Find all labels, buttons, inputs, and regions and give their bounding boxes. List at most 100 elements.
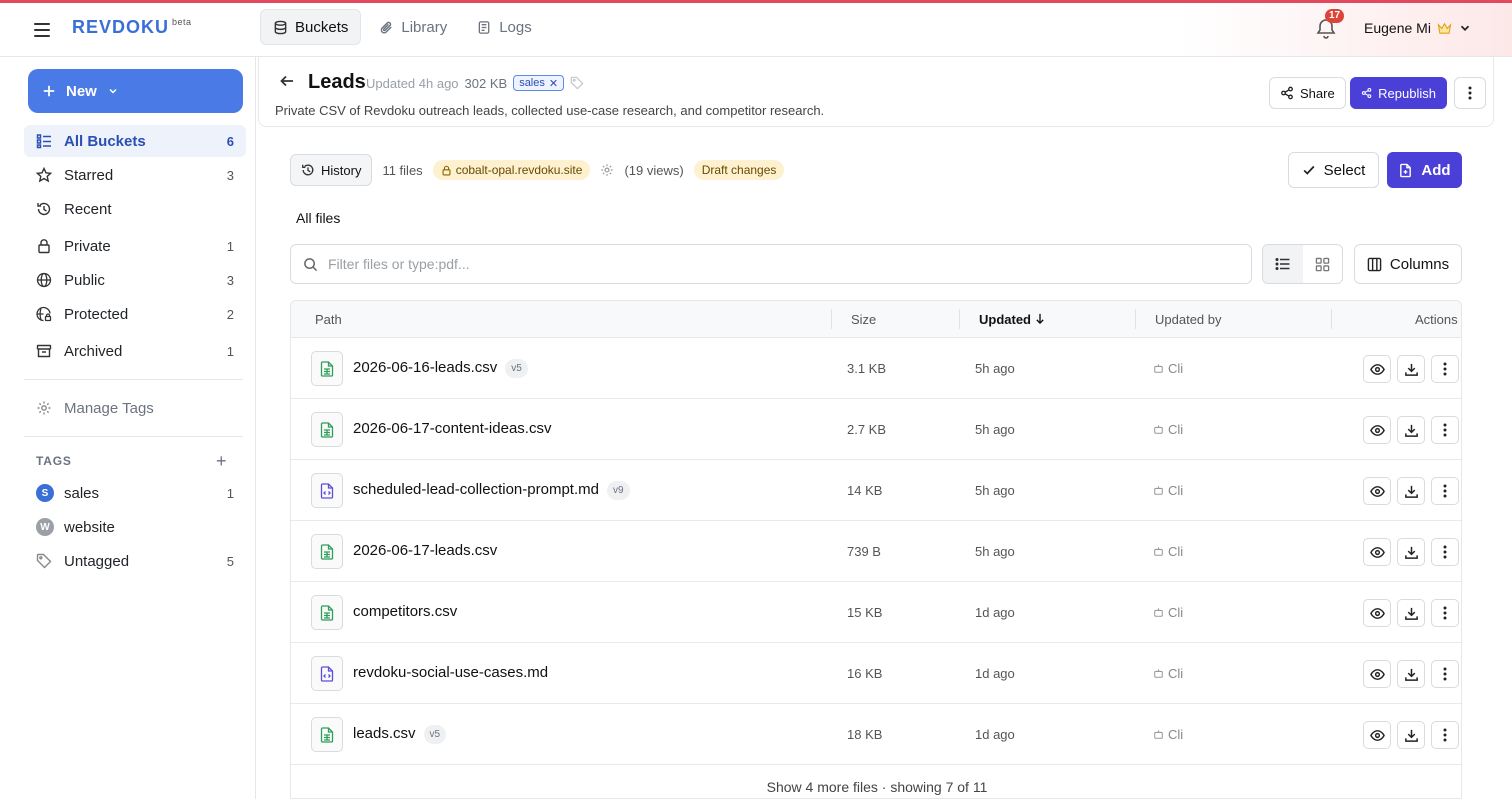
version-badge[interactable]: v9 <box>606 481 630 500</box>
file-name[interactable]: revdoku-social-use-cases.md <box>353 664 548 681</box>
draft-changes-badge[interactable]: Draft changes <box>693 160 785 180</box>
table-row[interactable]: leads.csv v5 18 KB 1d ago Cli <box>291 704 1461 765</box>
code-file-icon <box>320 665 334 682</box>
archive-icon <box>36 343 52 359</box>
file-updated: 1d ago <box>975 605 1015 620</box>
sidebar-item-private[interactable]: Private 1 <box>24 230 246 262</box>
sidebar-item-all-buckets[interactable]: All Buckets 6 <box>24 125 246 157</box>
table-row[interactable]: 2026-06-17-leads.csv 739 B 5h ago Cli <box>291 521 1461 582</box>
republish-button[interactable]: Republish <box>1350 77 1447 109</box>
row-more-button[interactable] <box>1431 660 1459 688</box>
grid-icon <box>1315 257 1329 271</box>
sidebar-item-manage-tags[interactable]: Manage Tags <box>24 392 246 424</box>
file-name[interactable]: 2026-06-17-leads.csv <box>353 542 497 559</box>
download-button[interactable] <box>1397 599 1425 627</box>
show-more-files-button[interactable]: Show 4 more files · showing 7 of 11 <box>291 765 1461 798</box>
columns-icon <box>1367 257 1382 271</box>
add-tag-button[interactable]: + <box>216 451 227 472</box>
preview-button[interactable] <box>1363 721 1391 749</box>
tab-library[interactable]: Library <box>367 9 459 45</box>
column-header-updated[interactable]: Updated <box>979 312 1045 327</box>
column-header-path[interactable]: Path <box>315 312 342 327</box>
column-header-updated-by[interactable]: Updated by <box>1155 312 1222 327</box>
download-button[interactable] <box>1397 538 1425 566</box>
sidebar-tag-sales[interactable]: S sales 1 <box>24 477 246 509</box>
sidebar-item-starred[interactable]: Starred 3 <box>24 159 246 191</box>
select-button[interactable]: Select <box>1288 152 1379 188</box>
row-more-button[interactable] <box>1431 355 1459 383</box>
file-name[interactable]: leads.csv v5 <box>353 725 447 744</box>
row-more-button[interactable] <box>1431 721 1459 749</box>
search-input[interactable]: Filter files or type:pdf... <box>290 244 1252 284</box>
eye-icon <box>1369 668 1385 680</box>
tab-logs[interactable]: Logs <box>465 9 544 45</box>
back-arrow-icon[interactable] <box>279 73 295 94</box>
column-divider[interactable] <box>1331 309 1332 329</box>
tag-icon <box>36 553 52 569</box>
column-header-size[interactable]: Size <box>851 312 876 327</box>
close-icon[interactable]: ✕ <box>549 77 558 90</box>
list-view-button[interactable] <box>1263 245 1303 283</box>
preview-button[interactable] <box>1363 660 1391 688</box>
more-options-button[interactable] <box>1454 77 1486 109</box>
table-row[interactable]: 2026-06-16-leads.csv v5 3.1 KB 5h ago Cli <box>291 338 1461 399</box>
table-row[interactable]: 2026-06-17-content-ideas.csv 2.7 KB 5h a… <box>291 399 1461 460</box>
menu-icon[interactable] <box>30 18 54 42</box>
site-link[interactable]: cobalt-opal.revdoku.site <box>432 160 591 180</box>
sidebar-item-archived[interactable]: Archived 1 <box>24 335 246 367</box>
tag-add-icon[interactable] <box>570 76 584 90</box>
sidebar-item-public[interactable]: Public 3 <box>24 264 246 296</box>
share-button[interactable]: Share <box>1269 77 1346 109</box>
history-button[interactable]: History <box>290 154 373 186</box>
tag-chip-sales[interactable]: sales ✕ <box>513 75 565 91</box>
download-icon <box>1404 424 1418 437</box>
updated-time: Updated 4h ago <box>366 75 459 91</box>
file-name[interactable]: scheduled-lead-collection-prompt.md v9 <box>353 481 630 500</box>
grid-view-button[interactable] <box>1303 245 1343 283</box>
columns-button[interactable]: Columns <box>1354 244 1462 284</box>
tab-buckets[interactable]: Buckets <box>260 9 362 45</box>
column-divider[interactable] <box>1135 309 1136 329</box>
preview-button[interactable] <box>1363 599 1391 627</box>
column-divider[interactable] <box>959 309 960 329</box>
row-more-button[interactable] <box>1431 538 1459 566</box>
file-icon <box>311 717 343 752</box>
file-count: 11 files <box>382 162 423 178</box>
new-button[interactable]: New <box>28 69 243 113</box>
version-badge[interactable]: v5 <box>423 725 447 744</box>
table-row[interactable]: scheduled-lead-collection-prompt.md v9 14… <box>291 460 1461 521</box>
preview-button[interactable] <box>1363 538 1391 566</box>
sidebar-item-protected[interactable]: Protected 2 <box>24 298 246 330</box>
preview-button[interactable] <box>1363 416 1391 444</box>
version-badge[interactable]: v5 <box>505 359 528 378</box>
file-name[interactable]: competitors.csv <box>353 603 457 620</box>
row-more-button[interactable] <box>1431 599 1459 627</box>
download-button[interactable] <box>1397 721 1425 749</box>
download-button[interactable] <box>1397 660 1425 688</box>
download-button[interactable] <box>1397 477 1425 505</box>
app-logo[interactable]: REVDOKU beta <box>72 17 192 38</box>
file-name[interactable]: 2026-06-17-content-ideas.csv <box>353 420 551 437</box>
table-row[interactable]: revdoku-social-use-cases.md 16 KB 1d ago… <box>291 643 1461 704</box>
column-divider[interactable] <box>831 309 832 329</box>
download-button[interactable] <box>1397 355 1425 383</box>
paperclip-icon <box>381 21 393 34</box>
row-more-button[interactable] <box>1431 477 1459 505</box>
eye-icon <box>1369 424 1385 436</box>
sidebar-tag-website[interactable]: W website <box>24 511 246 543</box>
file-name[interactable]: 2026-06-16-leads.csv v5 <box>353 359 528 378</box>
add-button[interactable]: Add <box>1387 152 1462 188</box>
table-row[interactable]: competitors.csv 15 KB 1d ago Cli <box>291 582 1461 643</box>
file-name-text: leads.csv <box>353 725 416 742</box>
preview-button[interactable] <box>1363 477 1391 505</box>
gear-icon[interactable] <box>600 163 614 177</box>
download-button[interactable] <box>1397 416 1425 444</box>
preview-button[interactable] <box>1363 355 1391 383</box>
row-more-button[interactable] <box>1431 416 1459 444</box>
robot-icon <box>1154 669 1163 678</box>
file-icon <box>311 351 343 386</box>
user-menu[interactable]: Eugene Mi <box>1364 20 1472 36</box>
chevron-down-icon <box>109 88 117 94</box>
sidebar-tag-untagged[interactable]: Untagged 5 <box>24 545 246 577</box>
sidebar-item-recent[interactable]: Recent <box>24 193 246 225</box>
